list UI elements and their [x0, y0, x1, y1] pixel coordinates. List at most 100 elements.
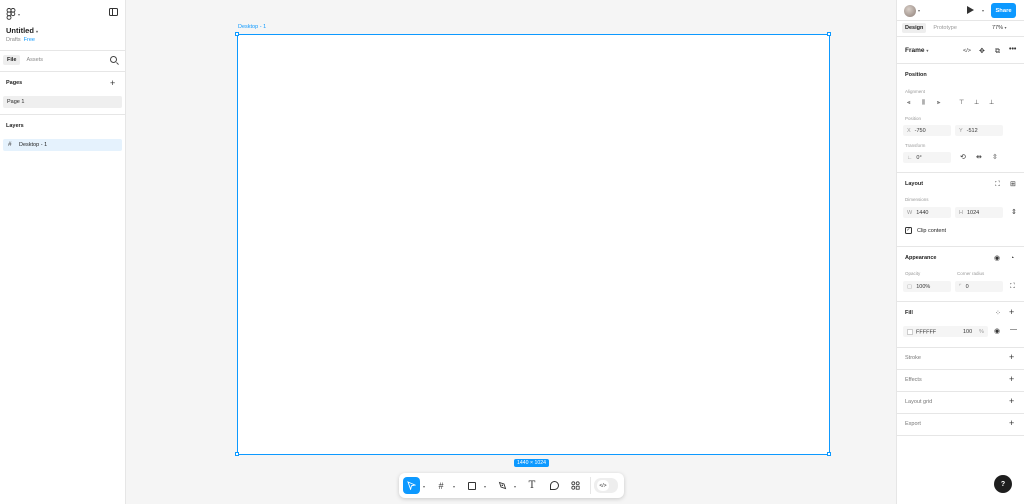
move-tool[interactable] — [403, 477, 420, 494]
tab-design[interactable]: Design — [902, 23, 927, 33]
chevron-down-icon[interactable]: ▾ — [982, 8, 984, 13]
y-prefix: Y — [959, 127, 963, 134]
tab-file[interactable]: File — [3, 55, 21, 65]
text-tool[interactable]: T — [526, 477, 538, 494]
divider — [896, 63, 1024, 64]
rotation-icon: ∟ — [907, 154, 913, 161]
divider — [0, 50, 126, 51]
flip-horizontal-icon[interactable]: ⇹ — [976, 154, 982, 161]
add-layout-grid-icon[interactable]: + — [1009, 397, 1014, 406]
sidebar-toggle-icon[interactable] — [109, 8, 118, 16]
x-position-field[interactable]: X -750 — [903, 125, 951, 136]
divider — [0, 114, 126, 115]
align-left-icon[interactable]: ⫷ — [907, 100, 910, 107]
add-export-icon[interactable]: + — [1009, 419, 1014, 428]
file-title[interactable]: Untitled ▾ — [6, 26, 38, 35]
resize-handle-bottom-left[interactable] — [235, 452, 239, 456]
height-field[interactable]: H 1024 — [955, 207, 1003, 218]
frame-icon: # — [438, 480, 444, 491]
resize-handle-top-left[interactable] — [235, 32, 239, 36]
comment-icon — [549, 481, 559, 490]
constrain-proportions-icon[interactable]: ⇕ — [1011, 209, 1017, 216]
main-menu-button[interactable]: ▾ — [6, 8, 20, 20]
eye-icon[interactable]: ◉ — [994, 328, 1000, 335]
eye-icon[interactable]: ◉ — [994, 255, 1000, 262]
actions-tool[interactable] — [569, 477, 581, 494]
tab-assets[interactable]: Assets — [22, 55, 47, 65]
align-top-icon[interactable]: ⊤ — [959, 100, 964, 107]
corner-radius-field[interactable]: ⌜ 0 — [955, 281, 1003, 292]
chevron-down-icon[interactable]: ▾ — [484, 484, 486, 489]
chevron-down-icon[interactable]: ▾ — [514, 484, 516, 489]
width-value: 1440 — [916, 209, 929, 216]
frame-type-selector[interactable]: Frame ▾ — [905, 47, 928, 54]
zoom-control[interactable]: 77% ▾ — [992, 25, 1007, 31]
corner-radius-value: 0 — [965, 283, 969, 290]
align-horizontal-center-icon[interactable]: ⫼ — [922, 100, 925, 107]
fill-hex-value: FFFFFF — [916, 328, 937, 335]
add-page-icon[interactable]: + — [110, 79, 115, 88]
align-bottom-icon[interactable]: ⊥ — [989, 100, 994, 107]
code-icon[interactable]: </> — [963, 48, 971, 55]
transform-label: Transform — [905, 143, 926, 148]
width-field[interactable]: W 1440 — [903, 207, 951, 218]
corner-radius-icon: ⌜ — [959, 283, 962, 290]
frame-label[interactable]: Desktop - 1 — [238, 24, 266, 30]
pen-tool[interactable] — [496, 477, 508, 494]
appearance-title: Appearance — [905, 255, 937, 261]
rotate-icon[interactable]: ⟲ — [960, 154, 966, 161]
resize-handle-top-right[interactable] — [827, 32, 831, 36]
dev-mode-toggle[interactable]: </> — [594, 478, 618, 493]
help-button[interactable]: ? — [994, 475, 1012, 493]
opacity-label: Opacity — [905, 271, 921, 276]
styles-grid-icon[interactable]: ⁘ — [995, 310, 1001, 317]
opacity-value: 100% — [916, 283, 931, 290]
x-prefix: X — [907, 127, 911, 134]
search-icon[interactable] — [110, 56, 117, 63]
align-vertical-center-icon[interactable]: ⊥ — [974, 100, 979, 107]
clip-content-checkbox[interactable]: ✓ — [905, 227, 912, 234]
page-item[interactable]: Page 1 — [3, 96, 122, 108]
effects-title: Effects — [905, 377, 922, 383]
opacity-field[interactable]: ▢ 100% — [903, 281, 951, 292]
fill-swatch[interactable] — [907, 328, 913, 335]
component-icon[interactable]: ✥ — [979, 48, 985, 55]
frame-desktop-1[interactable] — [237, 34, 830, 455]
chevron-down-icon[interactable]: ▾ — [918, 8, 920, 13]
flip-vertical-icon[interactable]: ⇳ — [992, 154, 998, 161]
avatar[interactable] — [904, 5, 916, 17]
present-icon[interactable] — [967, 6, 974, 14]
resize-handle-bottom-right[interactable] — [827, 452, 831, 456]
add-stroke-icon[interactable]: + — [1009, 353, 1014, 362]
cursor-icon — [407, 481, 416, 490]
layer-item[interactable]: # Desktop - 1 — [3, 139, 122, 151]
blend-mode-icon[interactable]: ◔ — [1010, 255, 1014, 262]
comment-tool[interactable] — [548, 477, 560, 494]
add-effect-icon[interactable]: + — [1009, 375, 1014, 384]
chevron-down-icon[interactable]: ▾ — [453, 484, 455, 489]
rectangle-icon — [468, 481, 476, 490]
layout-title: Layout — [905, 181, 924, 187]
more-icon[interactable]: ••• — [1009, 46, 1016, 53]
fill-color-field[interactable]: FFFFFF 100 % — [903, 326, 988, 337]
tab-prototype[interactable]: Prototype — [930, 23, 960, 33]
chevron-down-icon[interactable]: ▾ — [423, 484, 425, 489]
divider — [896, 246, 1024, 247]
frame-tool[interactable]: # — [435, 477, 447, 494]
rectangle-tool[interactable] — [466, 477, 478, 494]
drafts-link[interactable]: Drafts — [6, 37, 21, 43]
boolean-icon[interactable]: ⧉ — [995, 48, 1000, 55]
remove-fill-icon[interactable]: — — [1010, 326, 1017, 333]
layout-options-icon[interactable]: ⊞ — [1010, 181, 1016, 188]
independent-corners-icon[interactable]: ⛶ — [1010, 283, 1015, 290]
position-title: Position — [905, 72, 927, 78]
plan-badge[interactable]: Free — [24, 37, 35, 43]
height-value: 1024 — [966, 209, 980, 216]
auto-layout-icon[interactable]: ⛶ — [995, 181, 1000, 188]
add-fill-icon[interactable]: + — [1009, 308, 1014, 317]
fill-opacity-value: 100 — [963, 328, 973, 335]
y-position-field[interactable]: Y -512 — [955, 125, 1003, 136]
align-right-icon[interactable]: ⫸ — [937, 100, 940, 107]
share-button[interactable]: Share — [991, 3, 1016, 18]
rotation-field[interactable]: ∟ 0° — [903, 152, 951, 163]
